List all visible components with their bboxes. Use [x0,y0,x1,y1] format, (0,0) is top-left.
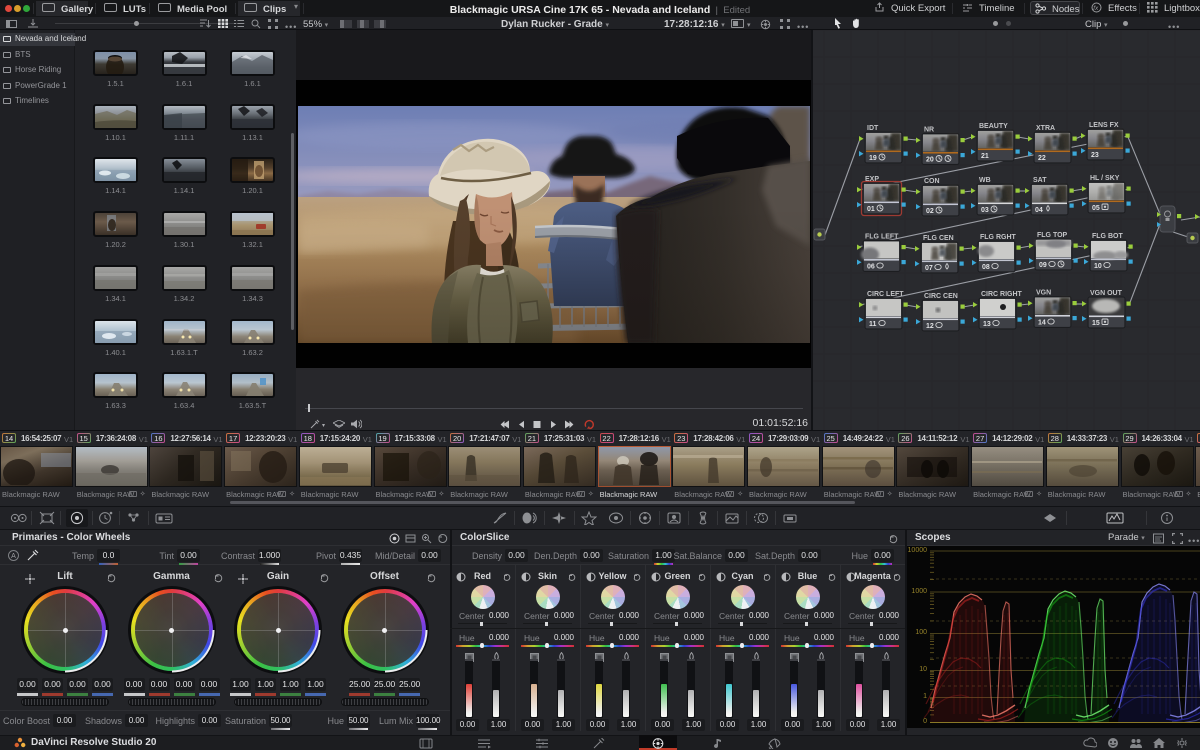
svg-text:CON: CON [924,178,940,185]
svg-text:09: 09 [1039,262,1047,269]
svg-text:NR: NR [924,127,934,134]
svg-text:CIRC RIGHT: CIRC RIGHT [981,291,1023,298]
svg-text:FLG LEFT: FLG LEFT [865,234,899,241]
svg-text:XTRA: XTRA [1036,125,1055,132]
svg-text:12: 12 [926,323,934,330]
svg-text:HL / SKY: HL / SKY [1090,175,1120,182]
svg-text:22: 22 [1038,155,1046,162]
svg-text:05: 05 [1092,205,1100,212]
svg-text:SAT: SAT [1033,177,1047,184]
svg-text:fx: fx [1093,5,1099,12]
svg-text:WB: WB [979,177,991,184]
svg-text:FLG TOP: FLG TOP [1037,232,1068,239]
svg-text:07: 07 [925,265,933,272]
svg-text:11: 11 [869,321,877,328]
svg-text:19: 19 [869,155,877,162]
svg-text:06: 06 [867,264,875,271]
svg-text:FLG RGHT: FLG RGHT [980,234,1016,241]
svg-text:FLG BOT: FLG BOT [1092,233,1123,240]
svg-text:CIRC CEN: CIRC CEN [924,293,958,300]
svg-text:03: 03 [981,207,989,214]
svg-text:10: 10 [1094,263,1102,270]
svg-text:01: 01 [867,206,875,213]
svg-text:FLG CEN: FLG CEN [923,235,954,242]
svg-text:BEAUTY: BEAUTY [979,123,1008,130]
svg-text:04: 04 [1035,207,1043,214]
svg-text:08: 08 [982,264,990,271]
svg-text:CIRC LEFT: CIRC LEFT [867,291,904,298]
svg-text:20: 20 [926,157,934,164]
svg-text:LENS FX: LENS FX [1089,122,1119,129]
svg-text:14: 14 [1038,320,1046,327]
svg-text:21: 21 [981,153,989,160]
svg-text:23: 23 [1091,152,1099,159]
svg-text:02: 02 [926,208,934,215]
svg-text:15: 15 [1092,320,1100,327]
svg-text:VGN: VGN [1036,290,1051,297]
svg-text:VGN OUT: VGN OUT [1090,290,1123,297]
svg-text:13: 13 [983,321,991,328]
svg-text:IDT: IDT [867,125,879,132]
